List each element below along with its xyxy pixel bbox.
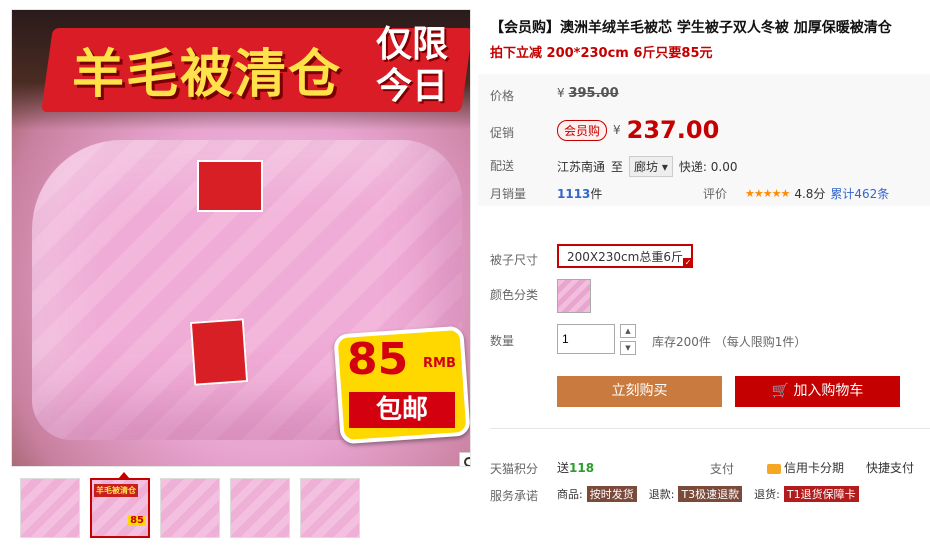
original-price: ¥ 395.00 — [557, 86, 619, 101]
quantity-decrease-button[interactable]: ▼ — [620, 341, 636, 355]
service-row: 商品: 按时发货 退款: T3极速退款 退货: T1退货保障卡 — [557, 486, 859, 502]
size-option[interactable]: 200X230cm总重6斤 ✓ — [557, 244, 693, 268]
size-option-text: 200X230cm总重6斤 — [567, 250, 683, 264]
thumbnail-4[interactable] — [230, 478, 290, 538]
size-label: 被子尺寸 — [490, 253, 539, 267]
thumbnail-1[interactable] — [20, 478, 80, 538]
color-label: 颜色分类 — [490, 288, 539, 302]
refund-label: 退款: — [648, 488, 675, 501]
fast-refund-badge[interactable]: T3极速退款 — [678, 486, 743, 502]
promo-banner-title: 羊毛被清仓 — [72, 45, 343, 105]
thumbnail-strip: 羊毛被清仓 85 — [20, 472, 360, 538]
ship-to-word: 至 — [611, 160, 624, 174]
original-price-value: 395.00 — [568, 86, 619, 101]
product-title: 【会员购】澳洲羊绒羊毛被芯 学生被子双人冬被 加厚保暖被清仓 — [490, 20, 892, 36]
thumbnail-5[interactable] — [300, 478, 360, 538]
review-count-link[interactable]: 累计462条 — [830, 185, 889, 202]
thumb-banner-text: 羊毛被清仓 — [94, 484, 138, 497]
service-label: 服务承诺 — [490, 489, 539, 503]
main-product-image[interactable]: 羊毛被清仓 仅限 今日 85 RMB 包邮 — [11, 9, 471, 467]
credit-installment[interactable]: 信用卡分期 — [767, 459, 844, 476]
quantity-label: 数量 — [490, 334, 515, 348]
check-icon: ✓ — [682, 258, 693, 268]
monthly-sales-label: 月销量 — [490, 187, 527, 201]
stock-info: 库存200件 （每人限购1件） — [652, 335, 807, 349]
quilt-hang-tag — [189, 318, 249, 386]
rating-row: ★★★★★ 4.8分 累计462条 — [745, 185, 889, 202]
on-time-shipping-badge[interactable]: 按时发货 — [586, 486, 637, 502]
ship-from: 江苏南通 — [557, 160, 606, 174]
original-price-label: 价格 — [490, 89, 515, 103]
currency-symbol: ¥ — [613, 123, 621, 137]
quantity-input[interactable] — [557, 324, 615, 354]
shipping-label: 配送 — [490, 159, 515, 173]
section-divider — [490, 428, 930, 429]
currency-symbol: ¥ — [557, 86, 565, 100]
quick-pay[interactable]: 快捷支付 — [866, 459, 914, 476]
badge-free-shipping: 包邮 — [349, 392, 455, 428]
member-badge: 会员购 — [557, 119, 608, 141]
monthly-sales: 1113件 — [557, 185, 602, 202]
sales-count: 1113 — [557, 187, 591, 201]
return-guarantee-badge[interactable]: T1退货保障卡 — [783, 486, 859, 502]
shipping-fee: 快递: 0.00 — [678, 160, 738, 174]
points-row: 送118 — [557, 459, 594, 476]
thumbnail-2[interactable]: 羊毛被清仓 85 — [90, 472, 150, 538]
rating-score: 4.8分 — [794, 187, 826, 201]
cart-icon: 🛒 — [771, 383, 789, 399]
sales-unit: 件 — [590, 187, 603, 201]
color-option-pink[interactable] — [557, 279, 591, 313]
shipping-row: 江苏南通 至 廊坊 ▾ 快递: 0.00 — [557, 156, 737, 177]
return-label: 退货: — [754, 488, 780, 501]
badge-unit: RMB — [423, 356, 456, 371]
zoom-button[interactable] — [459, 452, 470, 466]
promo-price: 会员购 ¥ 237.00 — [557, 116, 719, 144]
chevron-down-icon: ▾ — [661, 160, 668, 174]
badge-price: 85 — [347, 334, 409, 385]
points-label: 天猫积分 — [490, 462, 539, 476]
promo-today-text: 今日 — [375, 66, 448, 107]
payment-label: 支付 — [710, 462, 735, 476]
star-rating-icon: ★★★★★ — [745, 187, 790, 200]
points-value: 118 — [569, 461, 595, 475]
add-to-cart-label: 加入购物车 — [793, 383, 864, 399]
rating-label: 评价 — [703, 187, 728, 201]
thumbnail-3[interactable] — [160, 478, 220, 538]
points-prefix: 送 — [557, 461, 570, 475]
thumb-price: 85 — [128, 515, 146, 526]
product-subtitle: 拍下立减 200*230cm 6斤只要85元 — [490, 46, 713, 61]
destination-select[interactable]: 廊坊 ▾ — [629, 156, 673, 177]
magnifier-icon — [464, 457, 470, 466]
add-to-cart-button[interactable]: 🛒 加入购物车 — [735, 376, 900, 407]
promo-today-block: 仅限 今日 — [367, 24, 457, 110]
promo-price-label: 促销 — [490, 126, 515, 140]
goods-label: 商品: — [557, 488, 583, 501]
buy-now-button[interactable]: 立刻购买 — [557, 376, 722, 407]
quilt-label-tag — [197, 160, 263, 212]
promo-price-value: 237.00 — [626, 116, 720, 144]
thumb-active-arrow — [118, 472, 130, 479]
credit-card-icon — [767, 463, 781, 474]
quantity-increase-button[interactable]: ▲ — [620, 324, 636, 338]
promo-limited-text: 仅限 — [375, 24, 448, 65]
credit-installment-label: 信用卡分期 — [784, 461, 845, 475]
price-badge: 85 RMB 包邮 — [333, 325, 470, 450]
